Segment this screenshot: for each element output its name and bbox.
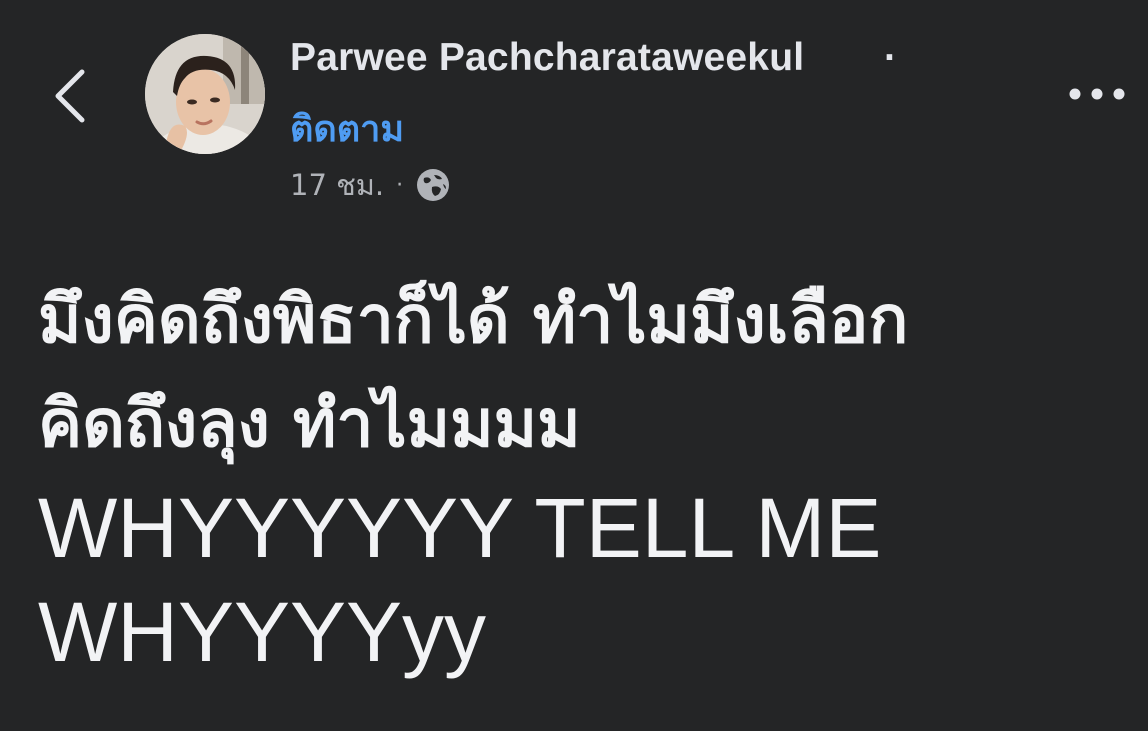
follow-button[interactable]: ติดตาม [290, 100, 404, 157]
post-line: WHYYYYyy [38, 585, 487, 679]
chevron-left-icon [55, 69, 85, 123]
post-timestamp[interactable]: 17 ชม. [290, 162, 384, 208]
meta-separator: · [396, 172, 404, 198]
post-line: WHYYYYYY TELL ME [38, 481, 882, 575]
name-separator: · [884, 36, 897, 79]
more-options-button[interactable] [1062, 74, 1132, 114]
globe-icon[interactable] [415, 167, 451, 203]
post-meta: 17 ชม. · [290, 162, 451, 208]
avatar-image [145, 34, 265, 154]
post-line: มึงคิดถึงพิธาก็ได้ ทำไมมึงเลือก [38, 281, 909, 358]
back-button[interactable] [40, 58, 100, 134]
author-avatar[interactable] [145, 34, 265, 154]
post-body: มึงคิดถึงพิธาก็ได้ ทำไมมึงเลือก คิดถึงลุ… [38, 268, 1128, 684]
more-horizontal-icon [1069, 88, 1125, 100]
post-screen: Parwee Pachcharataweekul · ติดตาม 17 ชม.… [0, 0, 1148, 731]
post-line: คิดถึงลุง ทำไมมมม [38, 385, 581, 462]
author-name[interactable]: Parwee Pachcharataweekul [290, 36, 804, 80]
